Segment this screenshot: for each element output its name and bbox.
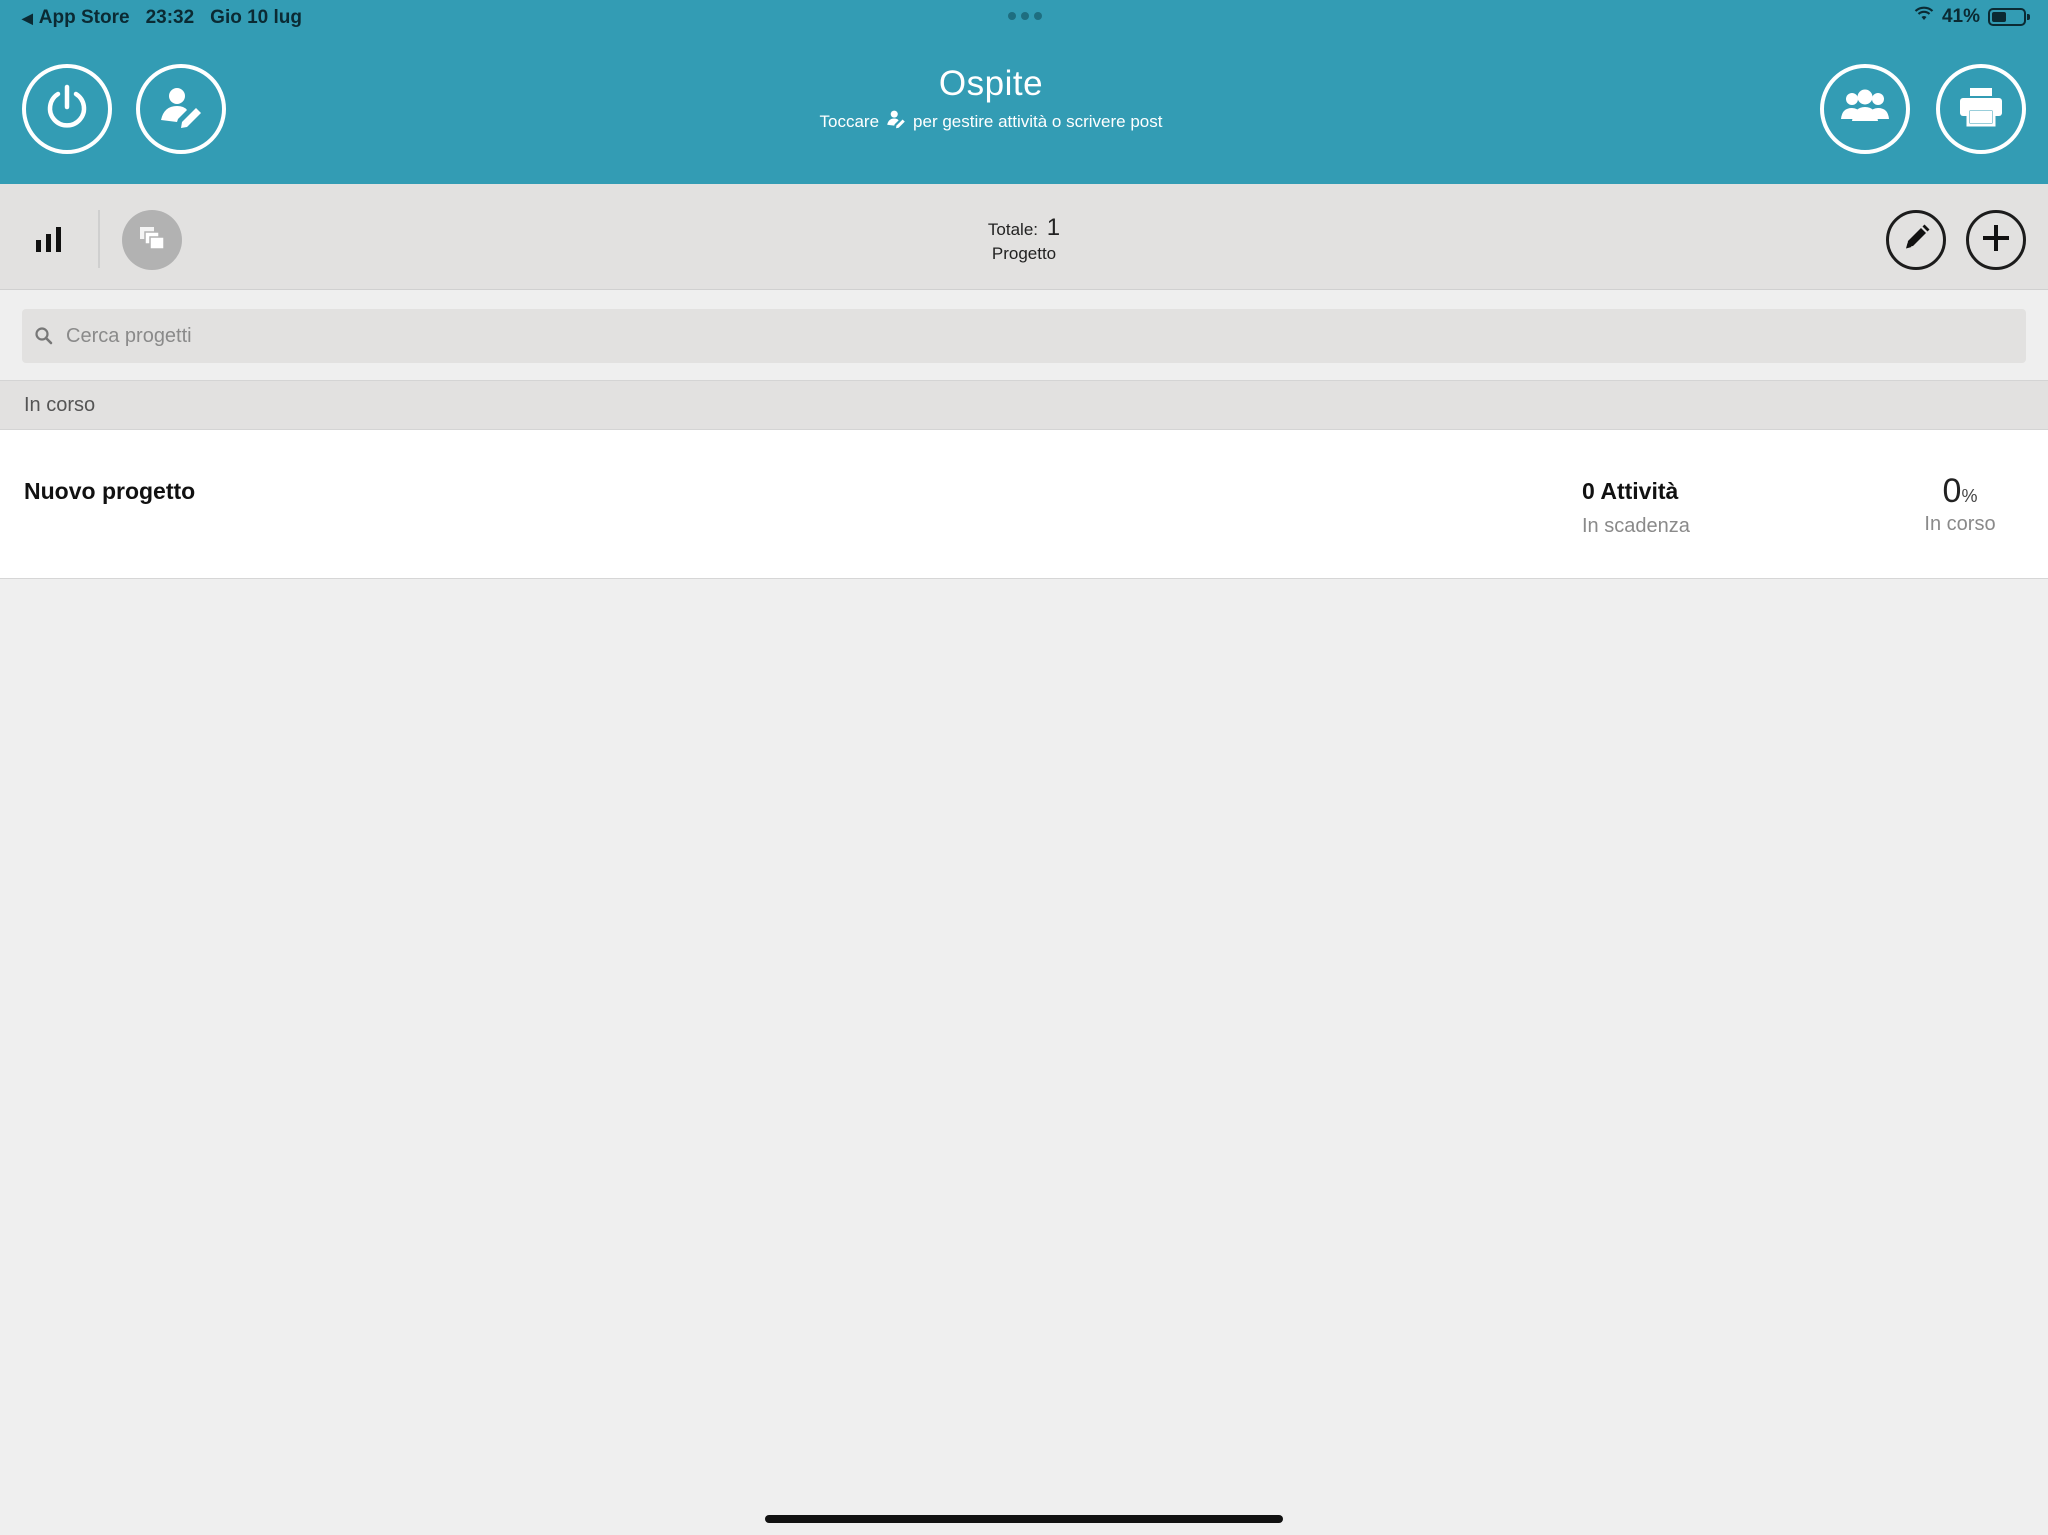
plus-icon: [1980, 222, 2012, 259]
total-label: Totale:: [987, 220, 1038, 239]
tasks-count: 0 Attività: [1582, 478, 1679, 504]
multitask-dots-icon[interactable]: [1008, 12, 1042, 20]
status-date: Gio 10 lug: [210, 7, 303, 28]
status-bar: ◀ App Store 23:32 Gio 10 lug 41%: [0, 0, 2048, 36]
project-row[interactable]: Nuovo progetto 0 Attività In scadenza 0%…: [0, 430, 2048, 579]
wifi-icon: [1914, 6, 1934, 28]
total-count: 1: [1046, 214, 1061, 241]
project-totals: Totale: 1 Progetto: [924, 214, 1124, 264]
search-icon: [34, 326, 54, 346]
search-bar: [22, 309, 2026, 363]
header-subtitle: Toccare per gestire attività o scrivere …: [0, 108, 1982, 135]
status-right: 41%: [1914, 6, 2030, 28]
search-input[interactable]: [54, 311, 1954, 361]
page-title: Ospite: [938, 64, 1044, 103]
total-unit: Progetto: [991, 244, 1057, 263]
home-indicator[interactable]: [765, 1515, 1283, 1523]
copy-icon: [138, 225, 166, 256]
print-button[interactable]: [1936, 64, 2026, 154]
subtitle-after: per gestire attività o scrivere post: [913, 111, 1163, 131]
printer-icon: [1957, 85, 2005, 134]
group-button[interactable]: [1820, 64, 1910, 154]
status-time: 23:32: [145, 7, 195, 28]
battery-percent: 41%: [1941, 6, 1980, 27]
edit-button[interactable]: [1886, 210, 1946, 270]
header-title-block: Ospite Toccare per gestire attività o sc…: [0, 64, 1982, 135]
toolbar-divider: [98, 210, 100, 268]
status-left: ◀ App Store 23:32 Gio 10 lug: [22, 7, 302, 29]
tasks-column: 0 Attività In scadenza: [1582, 478, 1690, 538]
battery-icon: [1988, 8, 2030, 26]
section-header-in-progress: In corso: [0, 380, 2048, 430]
app-header: ◀ App Store 23:32 Gio 10 lug 41% Ospite …: [0, 0, 2048, 184]
user-edit-icon: [885, 108, 907, 135]
progress-value: 0: [1942, 472, 1962, 510]
tasks-status: In scadenza: [1582, 515, 1690, 537]
progress-status: In corso: [1924, 513, 1996, 535]
group-icon: [1838, 87, 1892, 132]
progress-percent-sign: %: [1961, 486, 1978, 506]
pencil-icon: [1901, 223, 1931, 258]
add-project-button[interactable]: [1966, 210, 2026, 270]
back-app-label[interactable]: App Store: [39, 7, 130, 29]
back-arrow-icon[interactable]: ◀: [22, 10, 33, 27]
copy-button[interactable]: [122, 210, 182, 270]
progress-column: 0% In corso: [1900, 472, 2020, 536]
bar-chart-icon[interactable]: [34, 224, 64, 259]
toolbar: Totale: 1 Progetto: [0, 184, 2048, 290]
project-name: Nuovo progetto: [24, 478, 196, 504]
subtitle-before: Toccare: [819, 111, 880, 131]
